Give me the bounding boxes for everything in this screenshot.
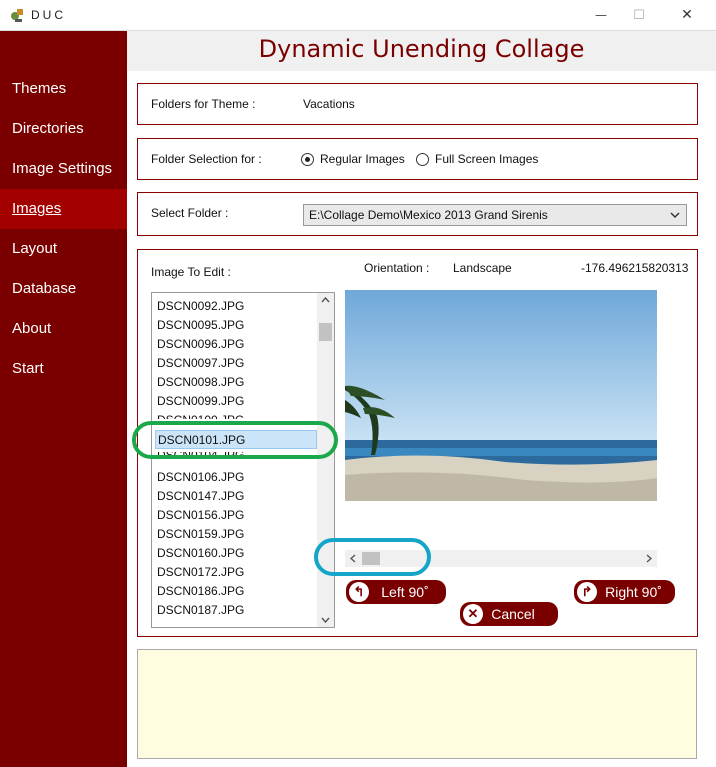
orientation-value: Landscape — [453, 261, 512, 275]
list-item[interactable]: DSCN0099.JPG — [155, 392, 317, 411]
list-item[interactable]: DSCN0106.JPG — [155, 468, 317, 487]
minimize-icon: — — [595, 8, 607, 22]
file-list-scrollbar[interactable] — [317, 293, 334, 627]
rotation-angle-value: -176.496215820313 — [581, 261, 689, 275]
list-item[interactable]: DSCN0092.JPG — [155, 297, 317, 316]
list-item[interactable]: DSCN0156.JPG — [155, 506, 317, 525]
sidebar-item-images[interactable]: Images — [0, 189, 127, 229]
sidebar-item-start[interactable]: Start — [0, 349, 127, 389]
full-screen-images-label[interactable]: Full Screen Images — [435, 152, 538, 166]
theme-panel: Folders for Theme : Vacations — [137, 83, 698, 125]
regular-images-label[interactable]: Regular Images — [320, 152, 405, 166]
image-to-edit-label: Image To Edit : — [151, 265, 231, 279]
select-folder-label: Select Folder : — [151, 206, 229, 220]
folder-dropdown[interactable]: E:\Collage Demo\Mexico 2013 Grand Sireni… — [303, 204, 687, 226]
chevron-right-icon[interactable] — [646, 554, 652, 563]
rotate-left-button[interactable]: ↰ Left 90˚ — [346, 580, 446, 604]
folder-selection-label: Folder Selection for : — [151, 152, 262, 166]
folder-selection-panel: Folder Selection for : Regular Images Fu… — [137, 138, 698, 180]
page-title: Dynamic Unending Collage — [258, 35, 585, 63]
title-bar: DUC — ☐ ✕ — [0, 0, 716, 31]
chevron-down-icon[interactable] — [321, 617, 330, 623]
sidebar: Themes Directories Image Settings Images… — [0, 31, 127, 767]
sidebar-item-layout[interactable]: Layout — [0, 229, 127, 269]
list-item[interactable]: DSCN0186.JPG — [155, 582, 317, 601]
sidebar-item-database[interactable]: Database — [0, 269, 127, 309]
maximize-icon: ☐ — [633, 7, 645, 23]
header: Dynamic Unending Collage — [127, 31, 716, 71]
chevron-up-icon[interactable] — [321, 297, 330, 303]
theme-value: Vacations — [303, 97, 355, 111]
list-item[interactable]: DSCN0160.JPG — [155, 544, 317, 563]
list-item[interactable]: DSCN0100.JPG — [155, 411, 317, 419]
regular-images-radio[interactable] — [301, 153, 314, 166]
theme-label: Folders for Theme : — [151, 97, 256, 111]
file-list-scroll-thumb[interactable] — [319, 323, 332, 341]
sidebar-item-directories[interactable]: Directories — [0, 109, 127, 149]
list-item[interactable]: DSCN0098.JPG — [155, 373, 317, 392]
list-item[interactable]: DSCN0147.JPG — [155, 487, 317, 506]
image-preview — [345, 290, 657, 501]
folder-dropdown-value: E:\Collage Demo\Mexico 2013 Grand Sireni… — [309, 208, 548, 222]
maximize-button[interactable]: ☐ — [616, 0, 662, 30]
selected-file-highlight — [132, 421, 338, 459]
select-folder-panel: Select Folder : E:\Collage Demo\Mexico 2… — [137, 192, 698, 236]
list-item[interactable]: DSCN0159.JPG — [155, 525, 317, 544]
image-file-list[interactable]: DSCN0092.JPG DSCN0095.JPG DSCN0096.JPG D… — [151, 292, 335, 628]
main-content: Dynamic Unending Collage Folders for The… — [127, 31, 716, 767]
duc-logo-icon — [11, 9, 23, 22]
sidebar-item-about[interactable]: About — [0, 309, 127, 349]
rotate-right-button[interactable]: ↱ Right 90˚ — [574, 580, 675, 604]
list-item[interactable]: DSCN0172.JPG — [155, 563, 317, 582]
message-area — [137, 649, 697, 759]
close-button[interactable]: ✕ — [664, 0, 710, 30]
sidebar-item-themes[interactable]: Themes — [0, 69, 127, 109]
window-title: DUC — [31, 8, 66, 22]
full-screen-images-radio[interactable] — [416, 153, 429, 166]
chevron-down-icon — [670, 212, 680, 219]
list-item[interactable]: DSCN0097.JPG — [155, 354, 317, 373]
list-item[interactable]: DSCN0187.JPG — [155, 601, 317, 620]
list-item[interactable]: DSCN0096.JPG — [155, 335, 317, 354]
cancel-button[interactable]: ✕ Cancel — [460, 602, 558, 626]
sidebar-item-image-settings[interactable]: Image Settings — [0, 149, 127, 189]
orientation-label: Orientation : — [364, 261, 430, 275]
list-item[interactable]: DSCN0095.JPG — [155, 316, 317, 335]
scroll-thumb-highlight — [314, 538, 431, 576]
close-icon: ✕ — [681, 7, 693, 23]
